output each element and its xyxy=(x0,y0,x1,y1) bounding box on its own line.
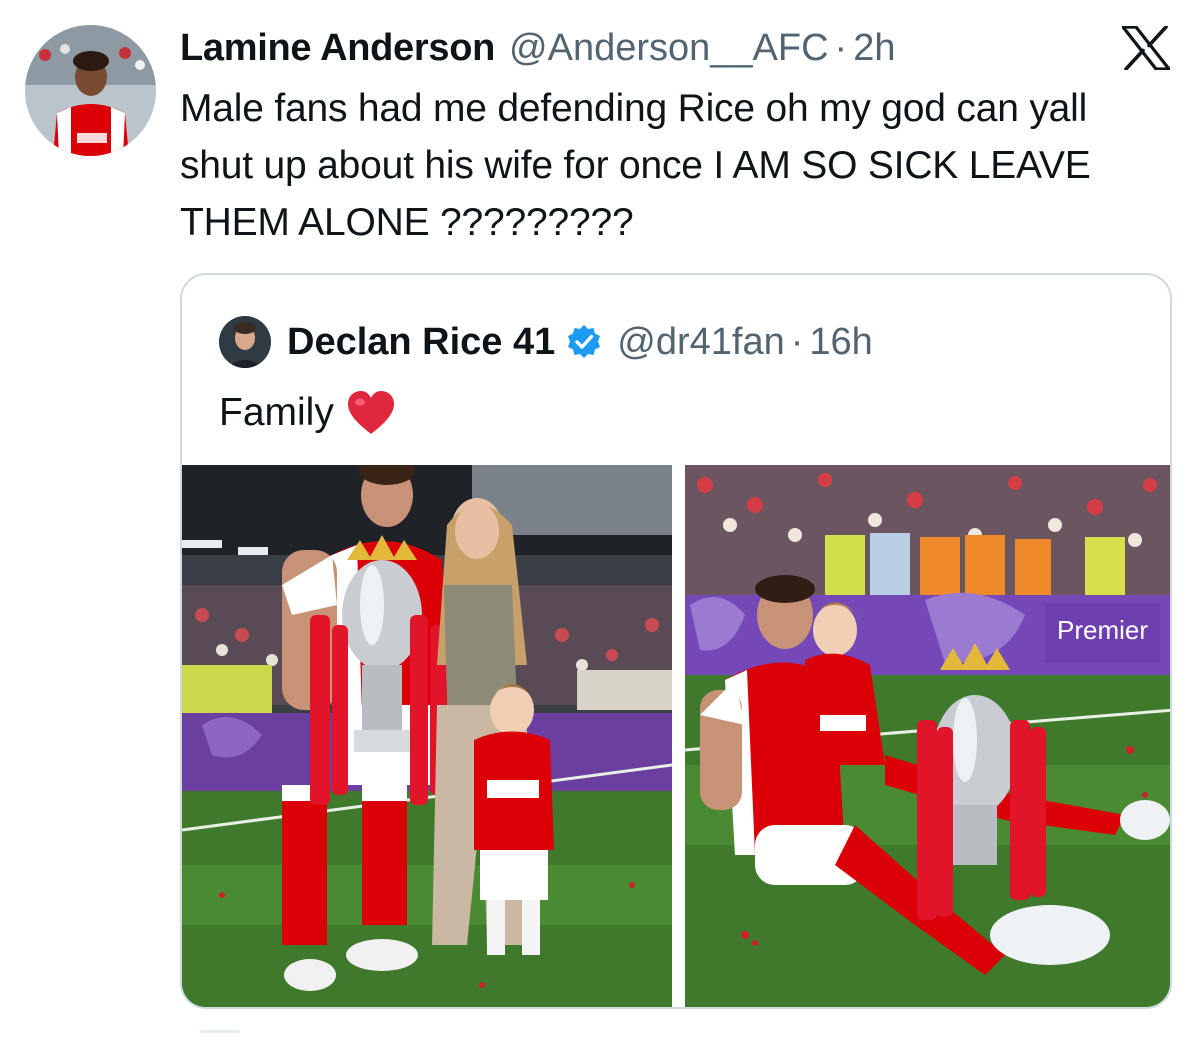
tweet-text: Male fans had me defending Rice oh my go… xyxy=(180,87,1091,244)
red-heart-icon xyxy=(346,390,396,436)
quoted-author-name[interactable]: Declan Rice 41 xyxy=(287,321,555,364)
author-name[interactable]: Lamine Anderson xyxy=(180,24,495,72)
quoted-separator-dot: · xyxy=(790,320,804,363)
quoted-tweet-text-row: Family xyxy=(219,385,396,441)
quoted-tweet-card[interactable]: Declan Rice 41 @dr41fan · 16h Family Pre… xyxy=(180,273,1172,1009)
author-handle[interactable]: @Anderson__AFC xyxy=(509,24,829,72)
separator-dot: · xyxy=(834,27,848,69)
x-logo-icon[interactable] xyxy=(1121,25,1171,71)
tweet-header: Lamine Anderson @Anderson__AFC · 2h xyxy=(180,24,895,72)
quoted-avatar-photo xyxy=(219,316,271,368)
quoted-author-avatar[interactable] xyxy=(219,316,271,368)
avatar-photo xyxy=(25,25,156,156)
photo-family-with-trophy[interactable] xyxy=(182,465,672,1007)
tweet-time[interactable]: 2h xyxy=(853,24,895,72)
quoted-tweet-header: Declan Rice 41 @dr41fan · 16h xyxy=(287,315,873,369)
author-avatar[interactable] xyxy=(25,25,156,156)
quoted-author-handle[interactable]: @dr41fan xyxy=(617,321,784,364)
quoted-tweet-text: Family xyxy=(219,391,334,434)
verified-badge-icon xyxy=(565,323,603,361)
next-item-hint xyxy=(200,1030,240,1033)
quoted-tweet-media: Premier xyxy=(182,465,1170,1007)
photo-player-sitting-with-child-and-trophy[interactable]: Premier xyxy=(685,465,1170,1007)
quoted-tweet-time[interactable]: 16h xyxy=(809,321,872,364)
svg-text:Premier: Premier xyxy=(1057,615,1148,645)
